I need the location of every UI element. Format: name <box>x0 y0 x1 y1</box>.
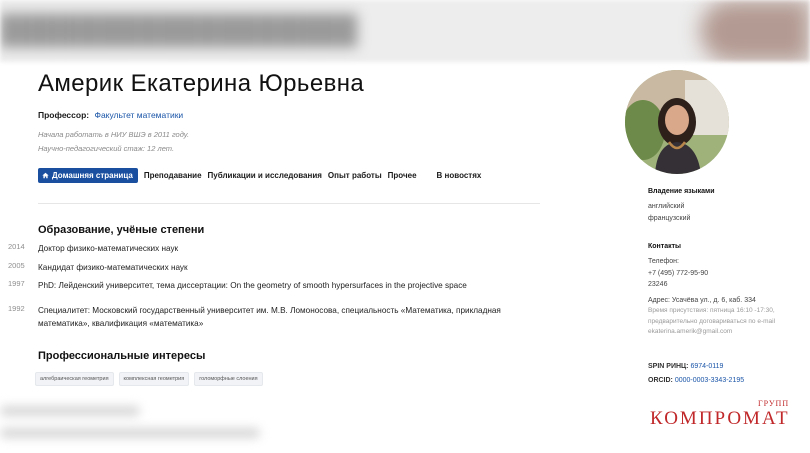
portrait-image <box>625 70 729 174</box>
spin-link[interactable]: 6974-0119 <box>690 363 723 370</box>
watermark-main-text: КОМПРОМАТ <box>650 408 790 429</box>
office-hours-note: предварительно договариваться по e-mail <box>648 317 776 325</box>
languages-heading: Владение языками <box>648 188 715 195</box>
tab-teaching[interactable]: Преподавание <box>144 171 202 180</box>
blurred-footer-line <box>0 406 140 416</box>
languages-block: Владение языками английский французский <box>648 188 715 224</box>
home-icon <box>42 172 49 179</box>
blurred-header: ██████████████████ <box>0 0 810 62</box>
orcid-link[interactable]: 0000-0003-3343-2195 <box>675 377 744 384</box>
phone-number[interactable]: +7 (495) 772-95-90 <box>648 268 775 280</box>
tab-other[interactable]: Прочее <box>388 171 417 180</box>
education-heading: Образование, учёные степени <box>38 224 205 236</box>
phone-label: Телефон: <box>648 258 679 265</box>
phone-extension: 23246 <box>648 281 668 288</box>
work-since-line: Начала работать в НИУ ВШЭ в 2011 году. <box>38 130 190 139</box>
blurred-footer-line <box>0 428 260 438</box>
education-text: Кандидат физико-математических наук <box>38 263 188 272</box>
tab-experience[interactable]: Опыт работы <box>328 171 382 180</box>
education-year: 1997 <box>8 279 25 288</box>
email-link[interactable]: ekaterina.amerik@gmail.com <box>648 327 775 338</box>
education-text: Доктор физико-математических наук <box>38 244 179 253</box>
tab-home-label: Домашняя страница <box>52 171 133 180</box>
profile-photo <box>625 70 729 174</box>
spin-line: SPIN РИНЦ: 6974-0119 <box>648 363 723 370</box>
language-item: английский <box>648 203 685 210</box>
blurred-header-text: ██████████████████ <box>0 14 358 45</box>
education-text: PhD: Лейденский университет, тема диссер… <box>38 281 467 290</box>
tabs-divider <box>38 203 540 204</box>
contacts-block: Контакты Телефон: +7 (495) 772-95-90 232… <box>648 243 775 338</box>
education-year: 1992 <box>8 304 25 313</box>
profile-tabs: Домашняя страница Преподавание Публикаци… <box>38 168 487 183</box>
office-hours: Время присутствия: пятница 16:10 -17:30, <box>648 307 775 314</box>
tab-publications[interactable]: Публикации и исследования <box>208 171 322 180</box>
tab-home[interactable]: Домашняя страница <box>38 168 138 183</box>
interest-tag[interactable]: комплексная геометрия <box>118 372 190 386</box>
interests-heading: Профессиональные интересы <box>38 350 206 362</box>
education-year: 2014 <box>8 242 25 251</box>
position-line: Профессор: Факультет математики <box>38 110 183 120</box>
language-item: французский <box>648 214 691 222</box>
contacts-heading: Контакты <box>648 243 682 250</box>
position-label: Профессор: <box>38 110 90 120</box>
blurred-footer <box>0 392 560 453</box>
watermark-logo: КОМПРОМАТ ГРУПП <box>650 399 790 430</box>
education-year: 2005 <box>8 261 25 270</box>
blurred-header-image <box>700 0 810 62</box>
experience-line: Научно-педагогический стаж: 12 лет. <box>38 144 175 153</box>
interest-tags: алгебраическая геометрия комплексная гео… <box>35 372 268 386</box>
profile-name: Америк Екатерина Юрьевна <box>38 70 365 97</box>
spin-label: SPIN РИНЦ: <box>648 363 689 370</box>
interest-tag[interactable]: голоморфные слоения <box>194 372 263 386</box>
watermark-sub-text: ГРУПП <box>758 399 790 408</box>
faculty-link[interactable]: Факультет математики <box>94 110 183 120</box>
address: Адрес: Усачёва ул., д. 6, каб. 334 <box>648 296 756 304</box>
tab-news[interactable]: В новостях <box>437 171 482 180</box>
work-since: Начала работать в НИУ ВШЭ в 2011 году. Н… <box>38 128 189 156</box>
orcid-line: ORCID: 0000-0003-3343-2195 <box>648 377 744 384</box>
orcid-label: ORCID: <box>648 377 673 384</box>
education-text: Специалитет: Московский государственный … <box>38 306 501 328</box>
interest-tag[interactable]: алгебраическая геометрия <box>35 372 114 386</box>
